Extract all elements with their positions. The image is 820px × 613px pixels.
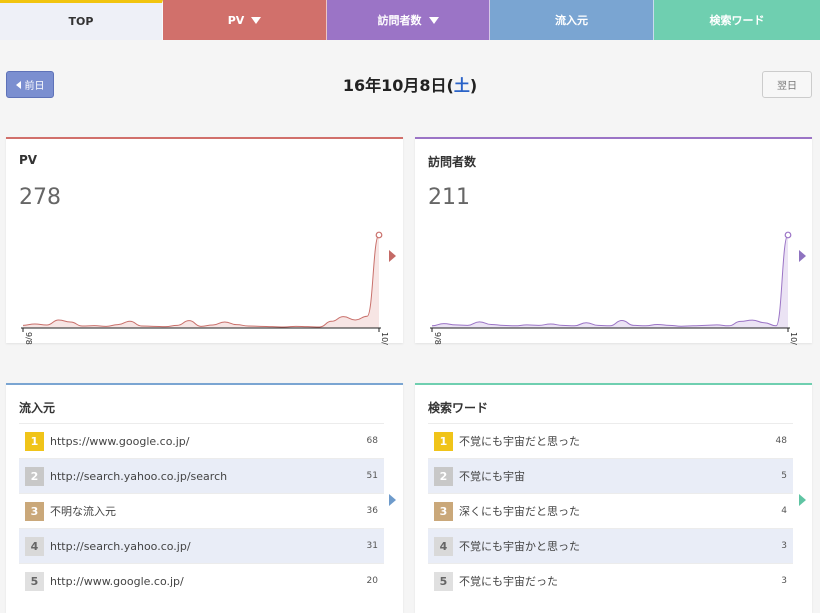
- tab-pv[interactable]: PV: [163, 0, 327, 40]
- referrers-card: 流入元 1 https://www.google.co.jp/68 2 http:/…: [6, 383, 403, 613]
- referrer-count: 36: [366, 506, 378, 516]
- rank-badge: 1: [25, 431, 44, 451]
- visitors-next-arrow-icon[interactable]: [799, 250, 806, 262]
- list-item[interactable]: 3 深くにも宇宙だと思った 4: [428, 493, 793, 528]
- referrers-card-title: 流入元: [19, 401, 56, 415]
- list-item[interactable]: 2 http://search.yahoo.co.jp/search 51: [19, 458, 384, 493]
- rank-badge: 4: [434, 536, 453, 556]
- rank-badge: 5: [434, 571, 453, 591]
- tab-keywords-label: 検索ワード: [709, 14, 765, 27]
- pv-area: [23, 235, 379, 328]
- rank-badge: 2: [25, 466, 44, 486]
- pv-tick-label-end: 10/8: [380, 332, 389, 345]
- visitors-area: [432, 235, 788, 328]
- referrer-count: 31: [366, 541, 378, 551]
- referrers-next-arrow-icon[interactable]: [389, 494, 396, 506]
- keyword-text: 不覚にも宇宙だと思った: [459, 435, 580, 448]
- prev-day-label: 前日: [24, 81, 45, 92]
- referrer-url: http://search.yahoo.co.jp/search: [50, 469, 228, 483]
- prev-day-button[interactable]: 前日: [6, 71, 54, 98]
- pv-card: PV 278 9/8 10/8: [6, 137, 403, 345]
- next-day-label: 翌日: [777, 81, 797, 92]
- tab-bar: TOP PV 訪問者数 流入元 検索ワード: [0, 0, 820, 40]
- tab-visitors[interactable]: 訪問者数: [327, 0, 490, 40]
- referrer-count: 68: [366, 436, 378, 446]
- pv-line: [22, 234, 380, 328]
- tab-keywords[interactable]: 検索ワード: [654, 0, 820, 40]
- tab-visitors-label: 訪問者数: [377, 14, 422, 27]
- list-item[interactable]: 5 不覚にも宇宙だった 3: [428, 563, 793, 598]
- next-day-button[interactable]: 翌日: [762, 71, 812, 98]
- list-item[interactable]: 1 https://www.google.co.jp/68: [19, 423, 384, 458]
- keyword-count: 5: [781, 471, 787, 481]
- keyword-text: 深くにも宇宙だと思った: [459, 505, 580, 518]
- pv-tick-label-start: 9/8: [24, 332, 33, 345]
- keyword-count: 3: [781, 541, 787, 551]
- keyword-count: 3: [781, 576, 787, 586]
- keywords-card: 検索ワード 1 不覚にも宇宙だと思った 48 2 不覚にも宇宙 5 3 深くにも宇宙だと思…: [415, 383, 812, 613]
- tab-referrers[interactable]: 流入元: [490, 0, 654, 40]
- tab-pv-label: PV: [227, 13, 245, 27]
- rank-badge: 2: [434, 466, 453, 486]
- rank-badge: 3: [434, 501, 453, 521]
- visitors-chart: 9/8 10/8: [430, 231, 798, 345]
- rank-badge: 1: [434, 431, 453, 451]
- visitors-point-last: [784, 231, 792, 239]
- tab-top-label: TOP: [68, 15, 94, 28]
- pv-chart: 9/8 10/8: [21, 231, 389, 345]
- tab-top[interactable]: TOP: [0, 0, 163, 40]
- keyword-count: 4: [781, 506, 787, 516]
- caret-down-icon: [428, 16, 439, 24]
- keyword-text: 不覚にも宇宙かと思った: [459, 540, 580, 553]
- keywords-list: 1 不覚にも宇宙だと思った 48 2 不覚にも宇宙 5 3 深くにも宇宙だと思った 4 4不…: [428, 423, 793, 598]
- date-close: ): [469, 76, 478, 95]
- referrer-url: https://www.google.co.jp/: [50, 434, 190, 448]
- rank-badge: 4: [25, 536, 44, 556]
- referrers-list: 1 https://www.google.co.jp/68 2 http://sea…: [19, 423, 384, 598]
- list-item[interactable]: 5 http://www.google.co.jp/20: [19, 563, 384, 598]
- list-item[interactable]: 2 不覚にも宇宙 5: [428, 458, 793, 493]
- rank-badge: 5: [25, 571, 44, 591]
- caret-left-icon: [15, 80, 21, 89]
- list-item[interactable]: 4 不覚にも宇宙かと思った 3: [428, 528, 793, 563]
- keywords-next-arrow-icon[interactable]: [799, 494, 806, 506]
- pv-next-arrow-icon[interactable]: [389, 250, 396, 262]
- tab-referrers-label: 流入元: [555, 14, 588, 27]
- visitors-tick-label-end: 10/8: [789, 332, 798, 345]
- keyword-text: 不覚にも宇宙だった: [459, 575, 558, 588]
- weekday: 土: [453, 76, 470, 95]
- referrer-url: http://search.yahoo.co.jp/: [50, 539, 191, 553]
- keywords-card-title: 検索ワード: [428, 401, 489, 415]
- visitors-line: [431, 234, 789, 327]
- list-item[interactable]: 3 不明な流入元 36: [19, 493, 384, 528]
- referrer-count: 20: [366, 576, 378, 586]
- keyword-text: 不覚にも宇宙: [459, 470, 525, 483]
- referrer-count: 51: [366, 471, 378, 481]
- caret-down-icon: [251, 16, 262, 24]
- date-text: 16年10月8日(: [342, 76, 454, 95]
- pv-point-last: [375, 231, 383, 239]
- visitors-card: 訪問者数 211 9/8 10/8: [415, 137, 812, 345]
- referrer-url: 不明な流入元: [50, 505, 116, 518]
- current-date: 16年10月8日(土): [0, 72, 820, 96]
- referrer-url: http://www.google.co.jp/: [50, 574, 184, 588]
- visitors-tick-label-start: 9/8: [433, 332, 442, 345]
- keyword-count: 48: [775, 436, 787, 446]
- list-item[interactable]: 1 不覚にも宇宙だと思った 48: [428, 423, 793, 458]
- list-item[interactable]: 4 http://search.yahoo.co.jp/31: [19, 528, 384, 563]
- rank-badge: 3: [25, 501, 44, 521]
